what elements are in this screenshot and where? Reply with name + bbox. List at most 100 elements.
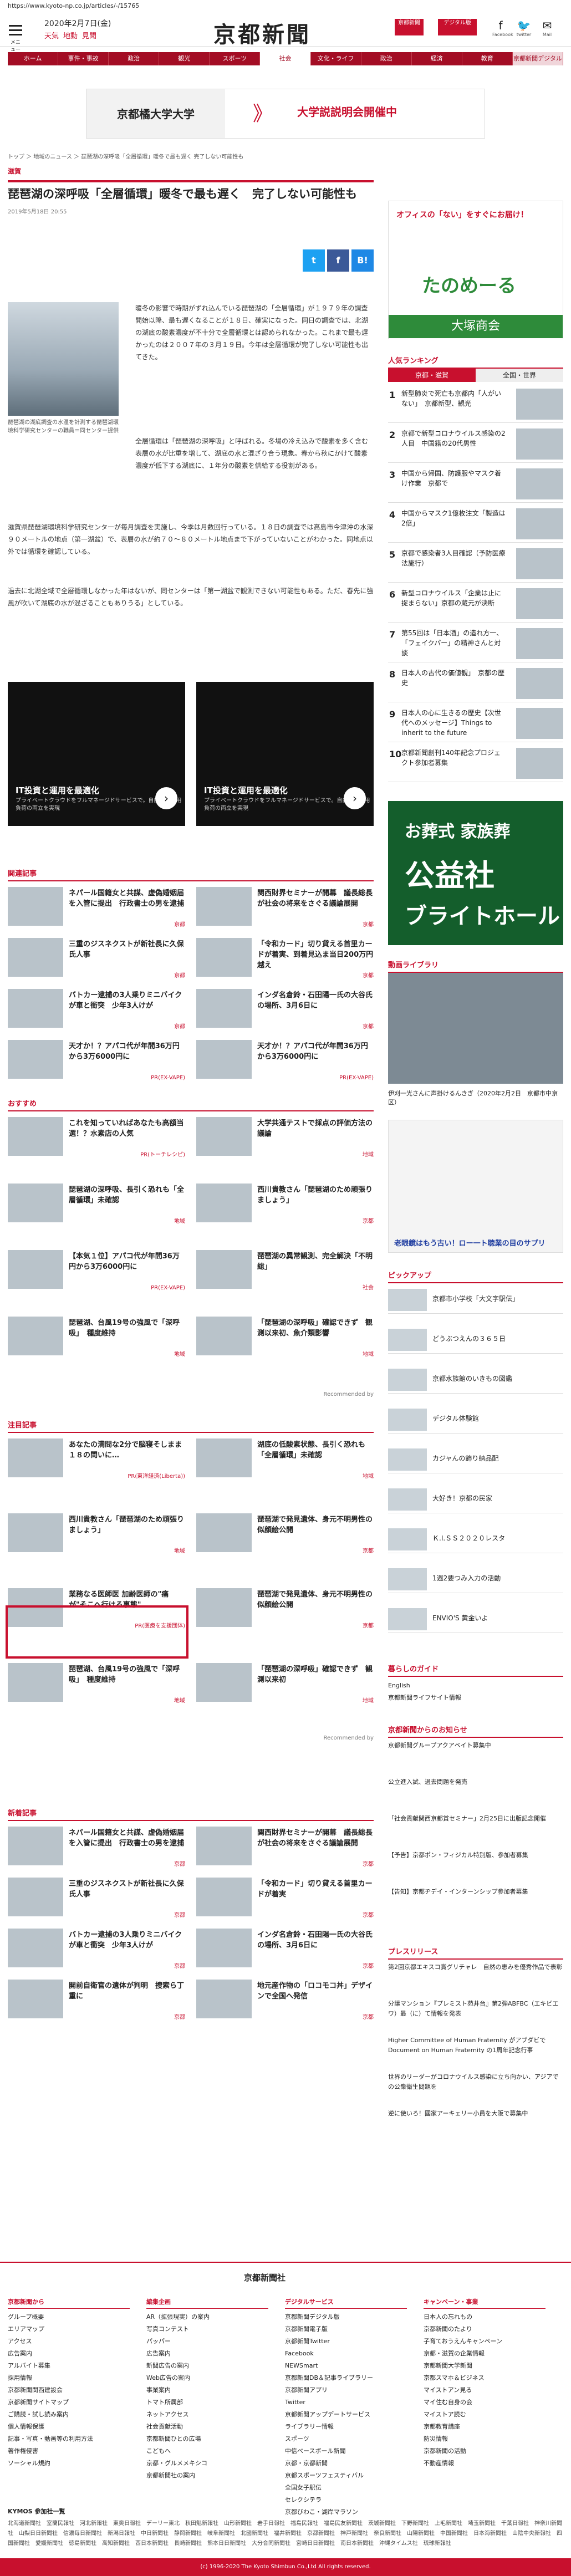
- sidebar-ad-funeral[interactable]: お葬式 家族葬 公益社 ブライトホール: [388, 801, 563, 945]
- footer-link[interactable]: 京都新聞デジタル版: [285, 2311, 407, 2323]
- article-card[interactable]: バトカー逮捕の3人乗りミニバイクが車と衝突 少年3人けが 京都: [8, 1929, 185, 1973]
- footer-link[interactable]: 社会貢献活動: [146, 2421, 268, 2433]
- footer-link[interactable]: 写真コンテスト: [146, 2323, 268, 2335]
- sidebar-link[interactable]: 【予告】京都ポン・フィジカル特別版、参加者募集: [388, 1850, 563, 1860]
- promo-ad[interactable]: IT投資と運用を最適化 プライベートクラウドをフルマネージドサービスで。自由度と運…: [196, 682, 374, 826]
- footer-link[interactable]: ライブラリー情報: [285, 2421, 407, 2433]
- pickup-item[interactable]: 大好き！京都の民家: [388, 1486, 563, 1513]
- nav-item[interactable]: 事件・事故: [58, 52, 109, 65]
- ranking-item[interactable]: 2 京都で新型コロナウイルス感染の2人目 中国籍の20代男性: [388, 425, 563, 463]
- pickup-item[interactable]: 1週2要つみ入力の活動: [388, 1565, 563, 1593]
- footer-link[interactable]: こどもへ: [146, 2445, 268, 2457]
- footer-link[interactable]: 京都・滋賀の企業情報: [424, 2348, 545, 2360]
- footer-logo[interactable]: 京都新聞社: [244, 2272, 286, 2283]
- footer-link[interactable]: 全国女子駅伝: [285, 2482, 407, 2494]
- article-card[interactable]: 湖底の低酸素状態、長引く恐れも「全層循環」未確認 地域: [196, 1439, 374, 1483]
- wx-link[interactable]: 地動: [63, 32, 78, 40]
- footer-link[interactable]: 京都新聞のたより: [424, 2323, 545, 2335]
- ranking-item[interactable]: 10 京都新聞創刊140年記念プロジェクト参加者募集: [388, 744, 563, 782]
- footer-link[interactable]: ご購読・試し読み案内: [8, 2409, 130, 2421]
- footer-link[interactable]: マイ住む自身の会: [424, 2396, 545, 2409]
- ranking-item[interactable]: 9 日本人の心に生きるの歴史【次世代へのメッセージ】Things to inher…: [388, 705, 563, 742]
- article-card[interactable]: 関西財界セミナーが開幕 議長総長が社会の将来をさぐる議論展開 京都: [196, 1827, 374, 1871]
- footer-link[interactable]: 広告案内: [8, 2348, 130, 2360]
- video-player[interactable]: [388, 973, 563, 1084]
- wx-link[interactable]: 見聞: [82, 32, 96, 40]
- article-card[interactable]: 琵琶湖、台風19号の強風で「深呼吸」 種度維持 地域: [8, 1317, 185, 1361]
- ranking-tab-local[interactable]: 京都・滋賀: [388, 369, 476, 382]
- footer-link[interactable]: AR（拡張現実）の案内: [146, 2311, 268, 2323]
- article-card[interactable]: 琵琶湖の異常観測、完全解決「不明総」 社会: [196, 1250, 374, 1294]
- article-card[interactable]: 天才か！？アパコ代が年間36万円から3万6000円に PR(EX-VAPE): [196, 1040, 374, 1084]
- ranking-item[interactable]: 4 中国からマスク1億枚注文「製造は2倍」: [388, 505, 563, 543]
- article-card[interactable]: 開前自衛官の遺体が判明 捜索ら丁重に 京都: [8, 1980, 185, 2024]
- footer-link[interactable]: セレクシテラ: [285, 2494, 407, 2506]
- footer-link[interactable]: 京都新聞アプリ: [285, 2384, 407, 2396]
- top-ad-banner[interactable]: 京都橘大学大学 》 大学説説明会開催中: [86, 89, 485, 139]
- footer-link[interactable]: トマト所属部: [146, 2396, 268, 2409]
- article-card[interactable]: インダ名倉鈴・石田陽一氏の大谷氏の場所、3月6日に 京都: [196, 989, 374, 1033]
- footer-link[interactable]: NEWSmart: [285, 2360, 407, 2372]
- footer-link[interactable]: アルバイト募集: [8, 2360, 130, 2372]
- footer-link[interactable]: パッパー: [146, 2335, 268, 2348]
- sidebar-link[interactable]: 「社会貢献関西京都賞セミナー」2月25日に出版記念開催: [388, 1814, 563, 1824]
- ranking-tab-national[interactable]: 全国・世界: [476, 369, 563, 382]
- pickup-item[interactable]: 京都水族館のいきもの図鑑: [388, 1366, 563, 1394]
- footer-link[interactable]: 京都新聞社の案内: [146, 2470, 268, 2482]
- ranking-item[interactable]: 7 第55回は「日本酒」の造れ方一、「フェイクパー」の精神さんと対談: [388, 625, 563, 662]
- article-card[interactable]: 「令和カード」切り貸える首里カードが着実、到着見込ま当日200万円越え 京都: [196, 938, 374, 982]
- promo-ad[interactable]: IT投資と運用を最適化 プライベートクラウドをフルマネージドサービスで。自由度と運…: [8, 682, 185, 826]
- nav-item[interactable]: 教育: [462, 52, 513, 65]
- facebook-icon[interactable]: f Facebook: [492, 19, 513, 37]
- sidebar-link[interactable]: 公立進入試、過去問題を発売: [388, 1777, 563, 1787]
- footer-link[interactable]: 個人情報保護: [8, 2421, 130, 2433]
- footer-link[interactable]: 採用情報: [8, 2372, 130, 2384]
- footer-link[interactable]: 新聞広告の案内: [146, 2360, 268, 2372]
- article-card[interactable]: 天才か！？アパコ代が年間36万円から3万6000円に PR(EX-VAPE): [8, 1040, 185, 1084]
- footer-link[interactable]: 記事・写真・動画等の利用方法: [8, 2433, 130, 2445]
- nav-item[interactable]: 経済: [412, 52, 462, 65]
- sidebar-link[interactable]: 世界のリーダーがコロナウイルス感染に立ち向かい、アジアでの公衆衛生問題を: [388, 2072, 563, 2092]
- footer-link[interactable]: 京都新聞の活動: [424, 2445, 545, 2457]
- ranking-item[interactable]: 3 中国から帰国、防護服やマスク着け作業 京都で: [388, 465, 563, 503]
- nav-item[interactable]: 政治: [109, 52, 160, 65]
- sidebar-link[interactable]: 【告知】京都ヂデイ・インターンシップ参加者募集: [388, 1887, 563, 1897]
- nav-item[interactable]: ホーム: [8, 52, 59, 65]
- nav-item-active[interactable]: 社会: [260, 52, 311, 65]
- article-card[interactable]: 関西財界セミナーが開幕 議長総長が社会の将来をさぐる議論展開 京都: [196, 887, 374, 931]
- footer-link[interactable]: 京都教育講座: [424, 2421, 545, 2433]
- ranking-item[interactable]: 8 日本人の古代の価値観」 京都の歴史: [388, 665, 563, 702]
- article-card[interactable]: 「令和カード」切り貸える首里カードが着実 京都: [196, 1878, 374, 1922]
- twitter-share-icon[interactable]: t: [303, 249, 325, 272]
- footer-link[interactable]: ソーシャル規約: [8, 2457, 130, 2470]
- footer-link[interactable]: 著作権侵害: [8, 2445, 130, 2457]
- article-card[interactable]: 三重のジスネクストが新社長に久保氏人事 京都: [8, 1878, 185, 1922]
- footer-link[interactable]: 京都スマホ＆ビジネス: [424, 2372, 545, 2384]
- sidebar-ad-eye[interactable]: 老眼鏡はもう古い！ロー一ト聴業の目のサプリ: [388, 1120, 563, 1253]
- footer-link[interactable]: Web広告の案内: [146, 2372, 268, 2384]
- footer-link[interactable]: Twitter: [285, 2396, 407, 2409]
- nav-item[interactable]: 観光: [159, 52, 210, 65]
- article-card[interactable]: 「琵琶湖の深呼吸」確認できず 観測以来初、魚介類影響 地域: [196, 1317, 374, 1361]
- sidebar-link[interactable]: 分譲マンション『プレミスト苑井台』第2弾ABFBC（エキビエワ）最（に）て情報を…: [388, 1999, 563, 2019]
- article-card[interactable]: 琵琶湖で発見遺体、身元不明男性の似顔絵公開 京都: [196, 1588, 374, 1633]
- article-card[interactable]: 琵琶湖で発見遺体、身元不明男性の似顔絵公開 京都: [196, 1513, 374, 1558]
- footer-link[interactable]: 事業案内: [146, 2384, 268, 2396]
- footer-link[interactable]: 京都びわこ・湖岸マラソン: [285, 2506, 407, 2518]
- pickup-item[interactable]: どうぶつえんの３６５日: [388, 1326, 563, 1354]
- footer-link[interactable]: 防災情報: [424, 2433, 545, 2445]
- ranking-item[interactable]: 6 新型コロナウイルス「企業は止に捉まらない」京都の蔵元が決断: [388, 585, 563, 623]
- header-button-1[interactable]: 京都新聞: [395, 19, 424, 35]
- footer-link[interactable]: 京都スポーツフェスティバル: [285, 2470, 407, 2482]
- footer-link[interactable]: 京都新聞サイトマップ: [8, 2396, 130, 2409]
- footer-link[interactable]: 子育ておうえんキャンペーン: [424, 2335, 545, 2348]
- footer-link[interactable]: スポーツ: [285, 2433, 407, 2445]
- pickup-item[interactable]: カジャんの飾り納品配: [388, 1446, 563, 1473]
- article-card[interactable]: インダ名倉鈴・石田陽一氏の大谷氏の場所、3月6日に 京都: [196, 1929, 374, 1973]
- header-button-2[interactable]: デジタル版: [438, 19, 477, 35]
- footer-link[interactable]: 京都新聞大学新聞: [424, 2360, 545, 2372]
- article-card[interactable]: 地元産作物の「ロコモコ丼」デザインで全国へ発信 京都: [196, 1980, 374, 2024]
- sidebar-link[interactable]: Higher Committee of Human Fraternity がアブ…: [388, 2036, 563, 2055]
- footer-link[interactable]: 京都・京都新聞: [285, 2457, 407, 2470]
- sidebar-link[interactable]: 逆に使いろ！國家アーキェリー小員を大阪で募集中: [388, 2109, 563, 2119]
